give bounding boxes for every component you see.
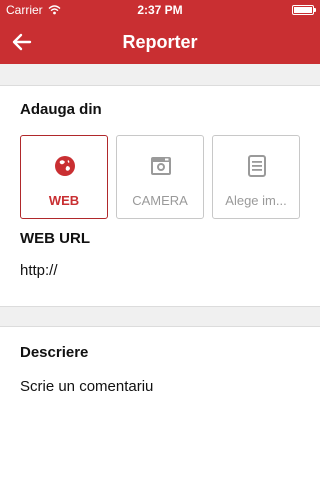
- web-url-label: WEB URL: [20, 230, 90, 247]
- add-from-section: Adauga din WEB CAMERA Alege im... WEB UR…: [0, 85, 320, 307]
- app-header: Carrier 2:37 PM Reporter: [0, 0, 320, 64]
- document-icon: [248, 155, 266, 177]
- status-bar: Carrier 2:37 PM: [0, 0, 320, 20]
- source-label-camera: CAMERA: [132, 193, 188, 208]
- source-option-gallery[interactable]: Alege im...: [212, 135, 300, 219]
- description-heading: Descriere: [20, 344, 89, 361]
- globe-icon: [55, 156, 75, 176]
- battery-icon: [292, 5, 316, 15]
- source-label-web: WEB: [48, 193, 80, 208]
- web-url-input[interactable]: http://: [20, 262, 300, 279]
- source-option-web[interactable]: WEB: [20, 135, 108, 219]
- description-section: Descriere Scrie un comentariu: [0, 326, 320, 480]
- page-title: Reporter: [122, 32, 198, 52]
- camera-icon: [151, 157, 171, 175]
- description-input[interactable]: Scrie un comentariu: [20, 378, 300, 395]
- source-option-camera[interactable]: CAMERA: [116, 135, 204, 219]
- source-label-gallery: Alege im...: [225, 193, 287, 208]
- clock: 2:37 PM: [137, 3, 183, 17]
- add-from-heading: Adauga din: [20, 101, 102, 118]
- navigation-bar: Reporter: [0, 20, 320, 64]
